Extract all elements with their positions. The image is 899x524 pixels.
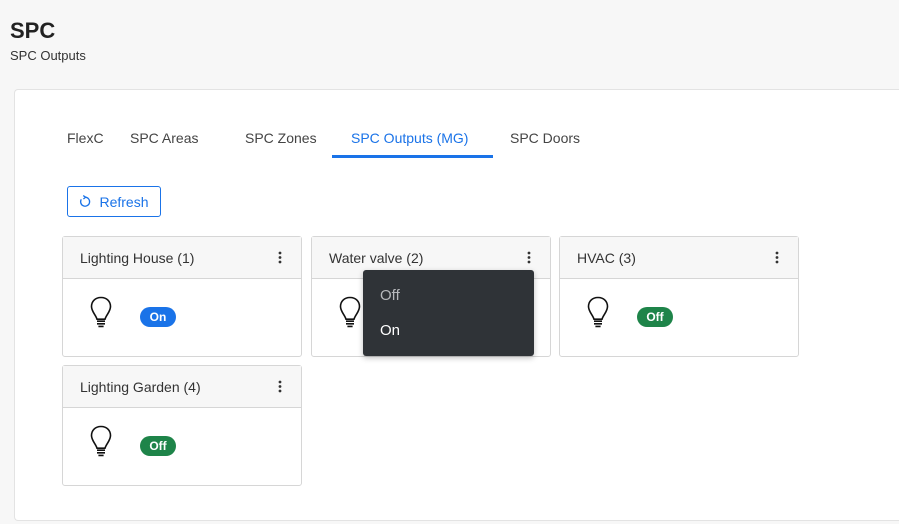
card-body: Off [63, 408, 301, 486]
status-badge[interactable]: Off [637, 307, 673, 327]
lightbulb-icon [90, 425, 112, 464]
tab-spc-zones[interactable]: SPC Zones [245, 130, 317, 160]
kebab-menu-icon[interactable] [275, 251, 285, 264]
page-title: SPC [10, 18, 56, 43]
kebab-menu-icon[interactable] [275, 380, 285, 393]
tab-spc-areas[interactable]: SPC Areas [130, 130, 198, 160]
refresh-icon [79, 195, 91, 208]
page-header: SPC SPC Outputs [10, 18, 86, 63]
output-card: Lighting Garden (4) Off [62, 365, 302, 486]
refresh-button[interactable]: Refresh [67, 186, 161, 217]
refresh-label: Refresh [99, 193, 149, 210]
menu-item-on[interactable]: On [380, 322, 400, 339]
kebab-menu-icon[interactable] [772, 251, 782, 264]
output-name: Water valve (2) [329, 249, 424, 266]
output-card: Lighting House (1) On [62, 236, 302, 357]
output-name: Lighting House (1) [80, 249, 195, 266]
status-badge[interactable]: On [140, 307, 176, 327]
card-header: Lighting House (1) [63, 237, 301, 279]
lightbulb-icon [90, 296, 112, 335]
active-tab-indicator [332, 155, 493, 158]
lightbulb-icon [339, 296, 361, 335]
tab-spc-doors[interactable]: SPC Doors [510, 130, 580, 160]
card-header: HVAC (3) [560, 237, 798, 279]
status-badge[interactable]: Off [140, 436, 176, 456]
tab-flexc[interactable]: FlexC [67, 130, 104, 160]
page-subtitle: SPC Outputs [10, 48, 86, 63]
output-name: HVAC (3) [577, 249, 636, 266]
card-body: On [63, 279, 301, 357]
output-name: Lighting Garden (4) [80, 378, 201, 395]
output-card: HVAC (3) Off [559, 236, 799, 357]
card-header: Lighting Garden (4) [63, 366, 301, 408]
kebab-menu-icon[interactable] [524, 251, 534, 264]
card-body: Off [560, 279, 798, 357]
menu-item-off[interactable]: Off [380, 287, 400, 304]
output-state-menu: Off On [363, 270, 534, 356]
lightbulb-icon [587, 296, 609, 335]
